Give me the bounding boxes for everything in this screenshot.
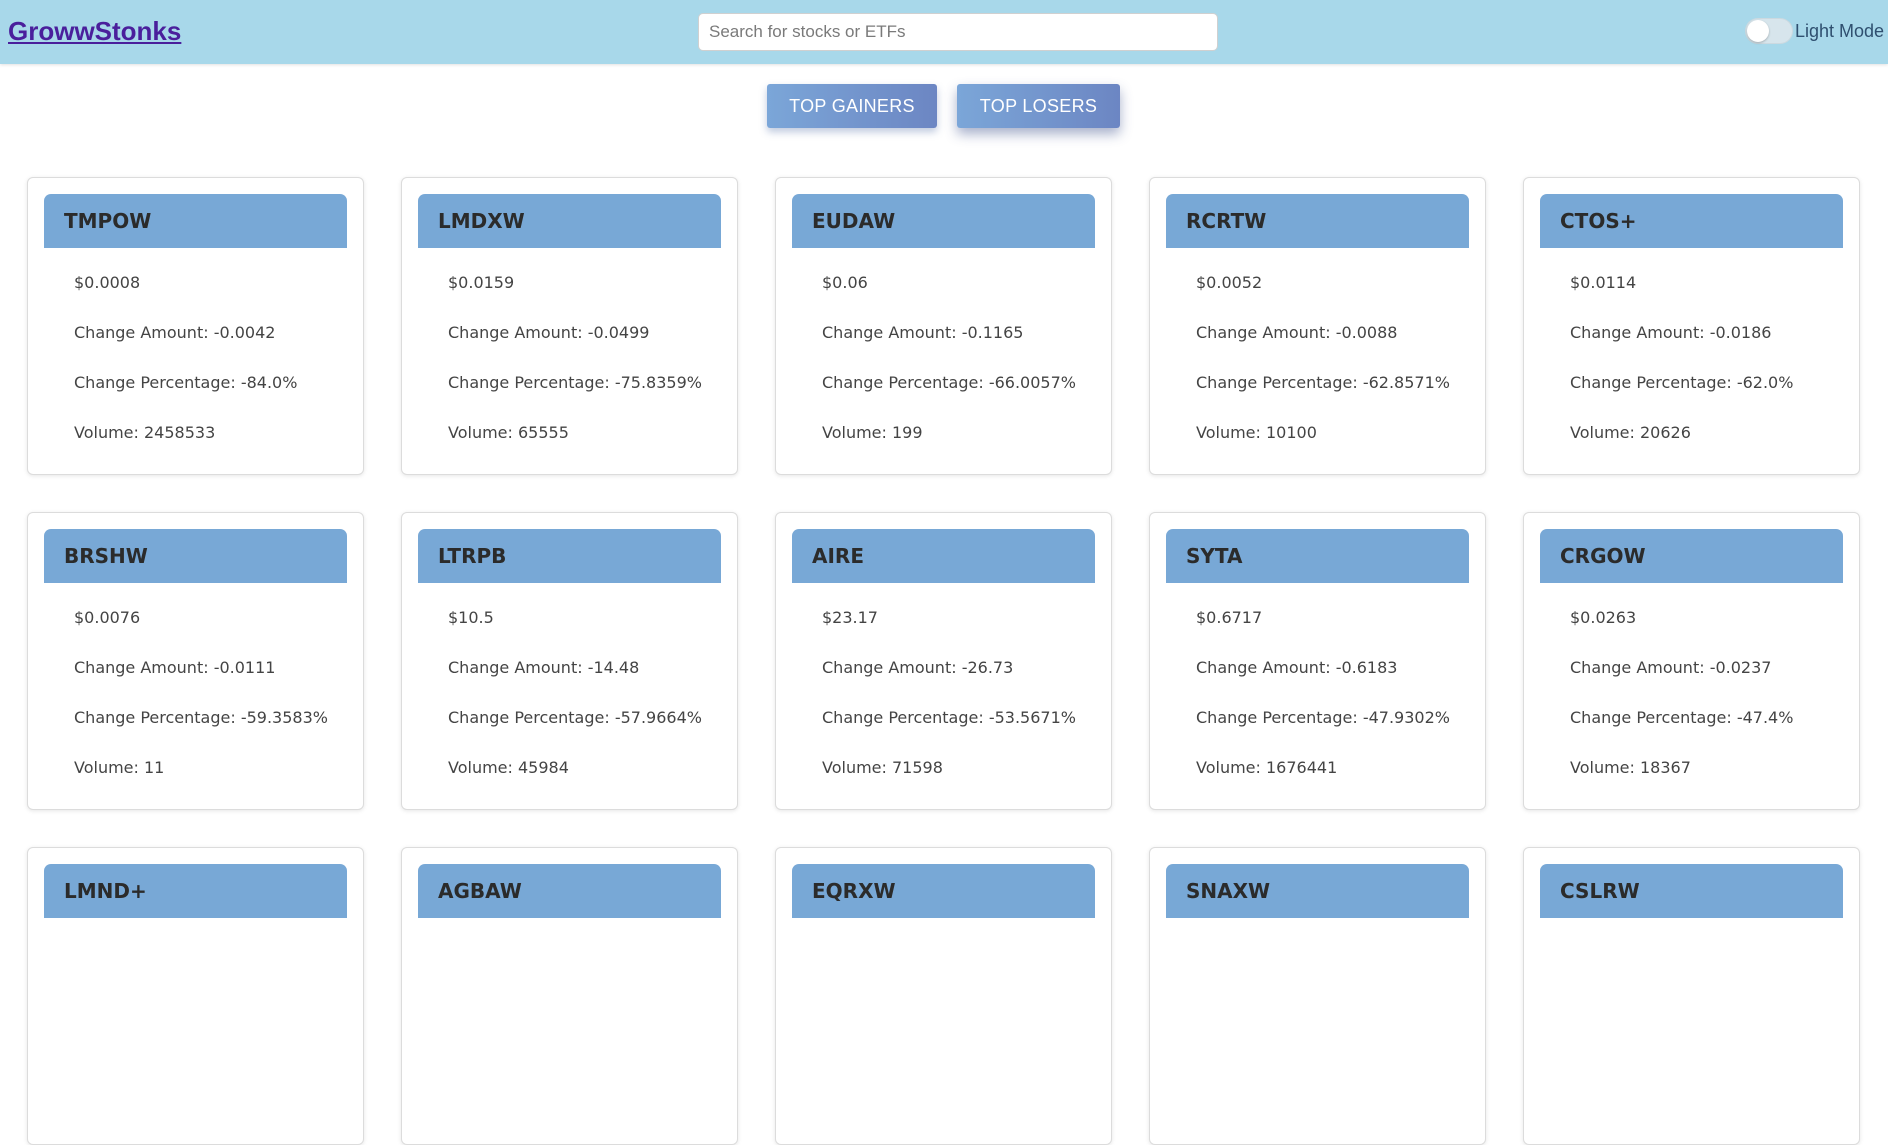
stock-change-amount: Change Amount: -0.1165 <box>822 323 1024 342</box>
stock-change-percentage: Change Percentage: -62.8571% <box>1196 373 1450 392</box>
stock-change-amount: Change Amount: -0.0237 <box>1570 658 1772 677</box>
stock-price: $0.0159 <box>448 273 515 292</box>
stock-card[interactable]: BRSHW $0.0076 Change Amount: -0.0111 Cha… <box>27 512 364 810</box>
stock-change-amount: Change Amount: -0.0042 <box>74 323 276 342</box>
stock-change-amount: Change Amount: -0.0186 <box>1570 323 1772 342</box>
stock-ticker: SNAXW <box>1166 864 1469 918</box>
stock-ticker: RCRTW <box>1166 194 1469 248</box>
stock-change-percentage: Change Percentage: -47.4% <box>1570 708 1794 727</box>
stock-ticker: BRSHW <box>44 529 347 583</box>
stock-change-percentage: Change Percentage: -53.5671% <box>822 708 1076 727</box>
stock-price: $0.0008 <box>74 273 141 292</box>
stock-change-amount: Change Amount: -14.48 <box>448 658 640 677</box>
stock-ticker: EUDAW <box>792 194 1095 248</box>
stock-price: $0.6717 <box>1196 608 1263 627</box>
theme-toggle-label: Light Mode <box>1795 20 1885 41</box>
stock-volume: Volume: 65555 <box>448 423 569 442</box>
stock-volume: Volume: 18367 <box>1570 758 1691 777</box>
stock-card[interactable]: EUDAW $0.06 Change Amount: -0.1165 Chang… <box>775 177 1112 475</box>
stock-ticker: LMDXW <box>418 194 721 248</box>
stock-card[interactable]: EQRXW <box>775 847 1112 1145</box>
stock-card[interactable]: LTRPB $10.5 Change Amount: -14.48 Change… <box>401 512 738 810</box>
stock-card[interactable]: SNAXW <box>1149 847 1486 1145</box>
stock-price: $0.0076 <box>74 608 141 627</box>
stock-volume: Volume: 199 <box>822 423 923 442</box>
stock-ticker: LMND+ <box>44 864 347 918</box>
theme-toggle-switch[interactable] <box>1745 18 1793 44</box>
theme-toggle-group: Light Mode <box>1745 18 1884 44</box>
stock-change-percentage: Change Percentage: -57.9664% <box>448 708 702 727</box>
stock-volume: Volume: 2458533 <box>74 423 216 442</box>
search-input[interactable] <box>698 13 1218 51</box>
stock-card[interactable]: AGBAW <box>401 847 738 1145</box>
stock-card-grid: TMPOW $0.0008 Change Amount: -0.0042 Cha… <box>27 177 1862 1145</box>
stock-change-amount: Change Amount: -26.73 <box>822 658 1014 677</box>
stock-card[interactable]: CTOS+ $0.0114 Change Amount: -0.0186 Cha… <box>1523 177 1860 475</box>
stock-price: $23.17 <box>822 608 878 627</box>
stock-volume: Volume: 11 <box>74 758 165 777</box>
stock-card[interactable]: CSLRW <box>1523 847 1860 1145</box>
stock-price: $10.5 <box>448 608 494 627</box>
stock-ticker: SYTA <box>1166 529 1469 583</box>
stock-change-amount: Change Amount: -0.0111 <box>74 658 276 677</box>
stock-change-amount: Change Amount: -0.6183 <box>1196 658 1398 677</box>
stock-change-percentage: Change Percentage: -66.0057% <box>822 373 1076 392</box>
stock-ticker: CRGOW <box>1540 529 1843 583</box>
stock-price: $0.0263 <box>1570 608 1637 627</box>
stock-card[interactable]: LMDXW $0.0159 Change Amount: -0.0499 Cha… <box>401 177 738 475</box>
app-logo-link[interactable]: GrowwStonks <box>8 16 181 47</box>
stock-volume: Volume: 45984 <box>448 758 569 777</box>
stock-ticker: CTOS+ <box>1540 194 1843 248</box>
stock-card[interactable]: RCRTW $0.0052 Change Amount: -0.0088 Cha… <box>1149 177 1486 475</box>
stock-ticker: TMPOW <box>44 194 347 248</box>
stock-price: $0.06 <box>822 273 868 292</box>
stock-change-amount: Change Amount: -0.0499 <box>448 323 650 342</box>
stock-volume: Volume: 10100 <box>1196 423 1317 442</box>
stock-ticker: AIRE <box>792 529 1095 583</box>
top-gainers-tab[interactable]: TOP GAINERS <box>767 84 937 128</box>
stock-card[interactable]: TMPOW $0.0008 Change Amount: -0.0042 Cha… <box>27 177 364 475</box>
stock-card[interactable]: LMND+ <box>27 847 364 1145</box>
stock-ticker: LTRPB <box>418 529 721 583</box>
stock-card[interactable]: SYTA $0.6717 Change Amount: -0.6183 Chan… <box>1149 512 1486 810</box>
stock-card[interactable]: AIRE $23.17 Change Amount: -26.73 Change… <box>775 512 1112 810</box>
stock-volume: Volume: 20626 <box>1570 423 1691 442</box>
toggle-knob <box>1747 20 1769 42</box>
top-navbar: GrowwStonks Light Mode <box>0 0 1888 64</box>
stock-card[interactable]: CRGOW $0.0263 Change Amount: -0.0237 Cha… <box>1523 512 1860 810</box>
top-losers-tab[interactable]: TOP LOSERS <box>957 84 1120 128</box>
stock-change-percentage: Change Percentage: -47.9302% <box>1196 708 1450 727</box>
stock-price: $0.0052 <box>1196 273 1263 292</box>
stock-price: $0.0114 <box>1570 273 1637 292</box>
stock-change-percentage: Change Percentage: -84.0% <box>74 373 298 392</box>
stock-change-amount: Change Amount: -0.0088 <box>1196 323 1398 342</box>
stock-change-percentage: Change Percentage: -62.0% <box>1570 373 1794 392</box>
stock-ticker: CSLRW <box>1540 864 1843 918</box>
stock-volume: Volume: 1676441 <box>1196 758 1338 777</box>
stock-ticker: AGBAW <box>418 864 721 918</box>
stock-ticker: EQRXW <box>792 864 1095 918</box>
stock-volume: Volume: 71598 <box>822 758 943 777</box>
stock-change-percentage: Change Percentage: -59.3583% <box>74 708 328 727</box>
stock-change-percentage: Change Percentage: -75.8359% <box>448 373 702 392</box>
